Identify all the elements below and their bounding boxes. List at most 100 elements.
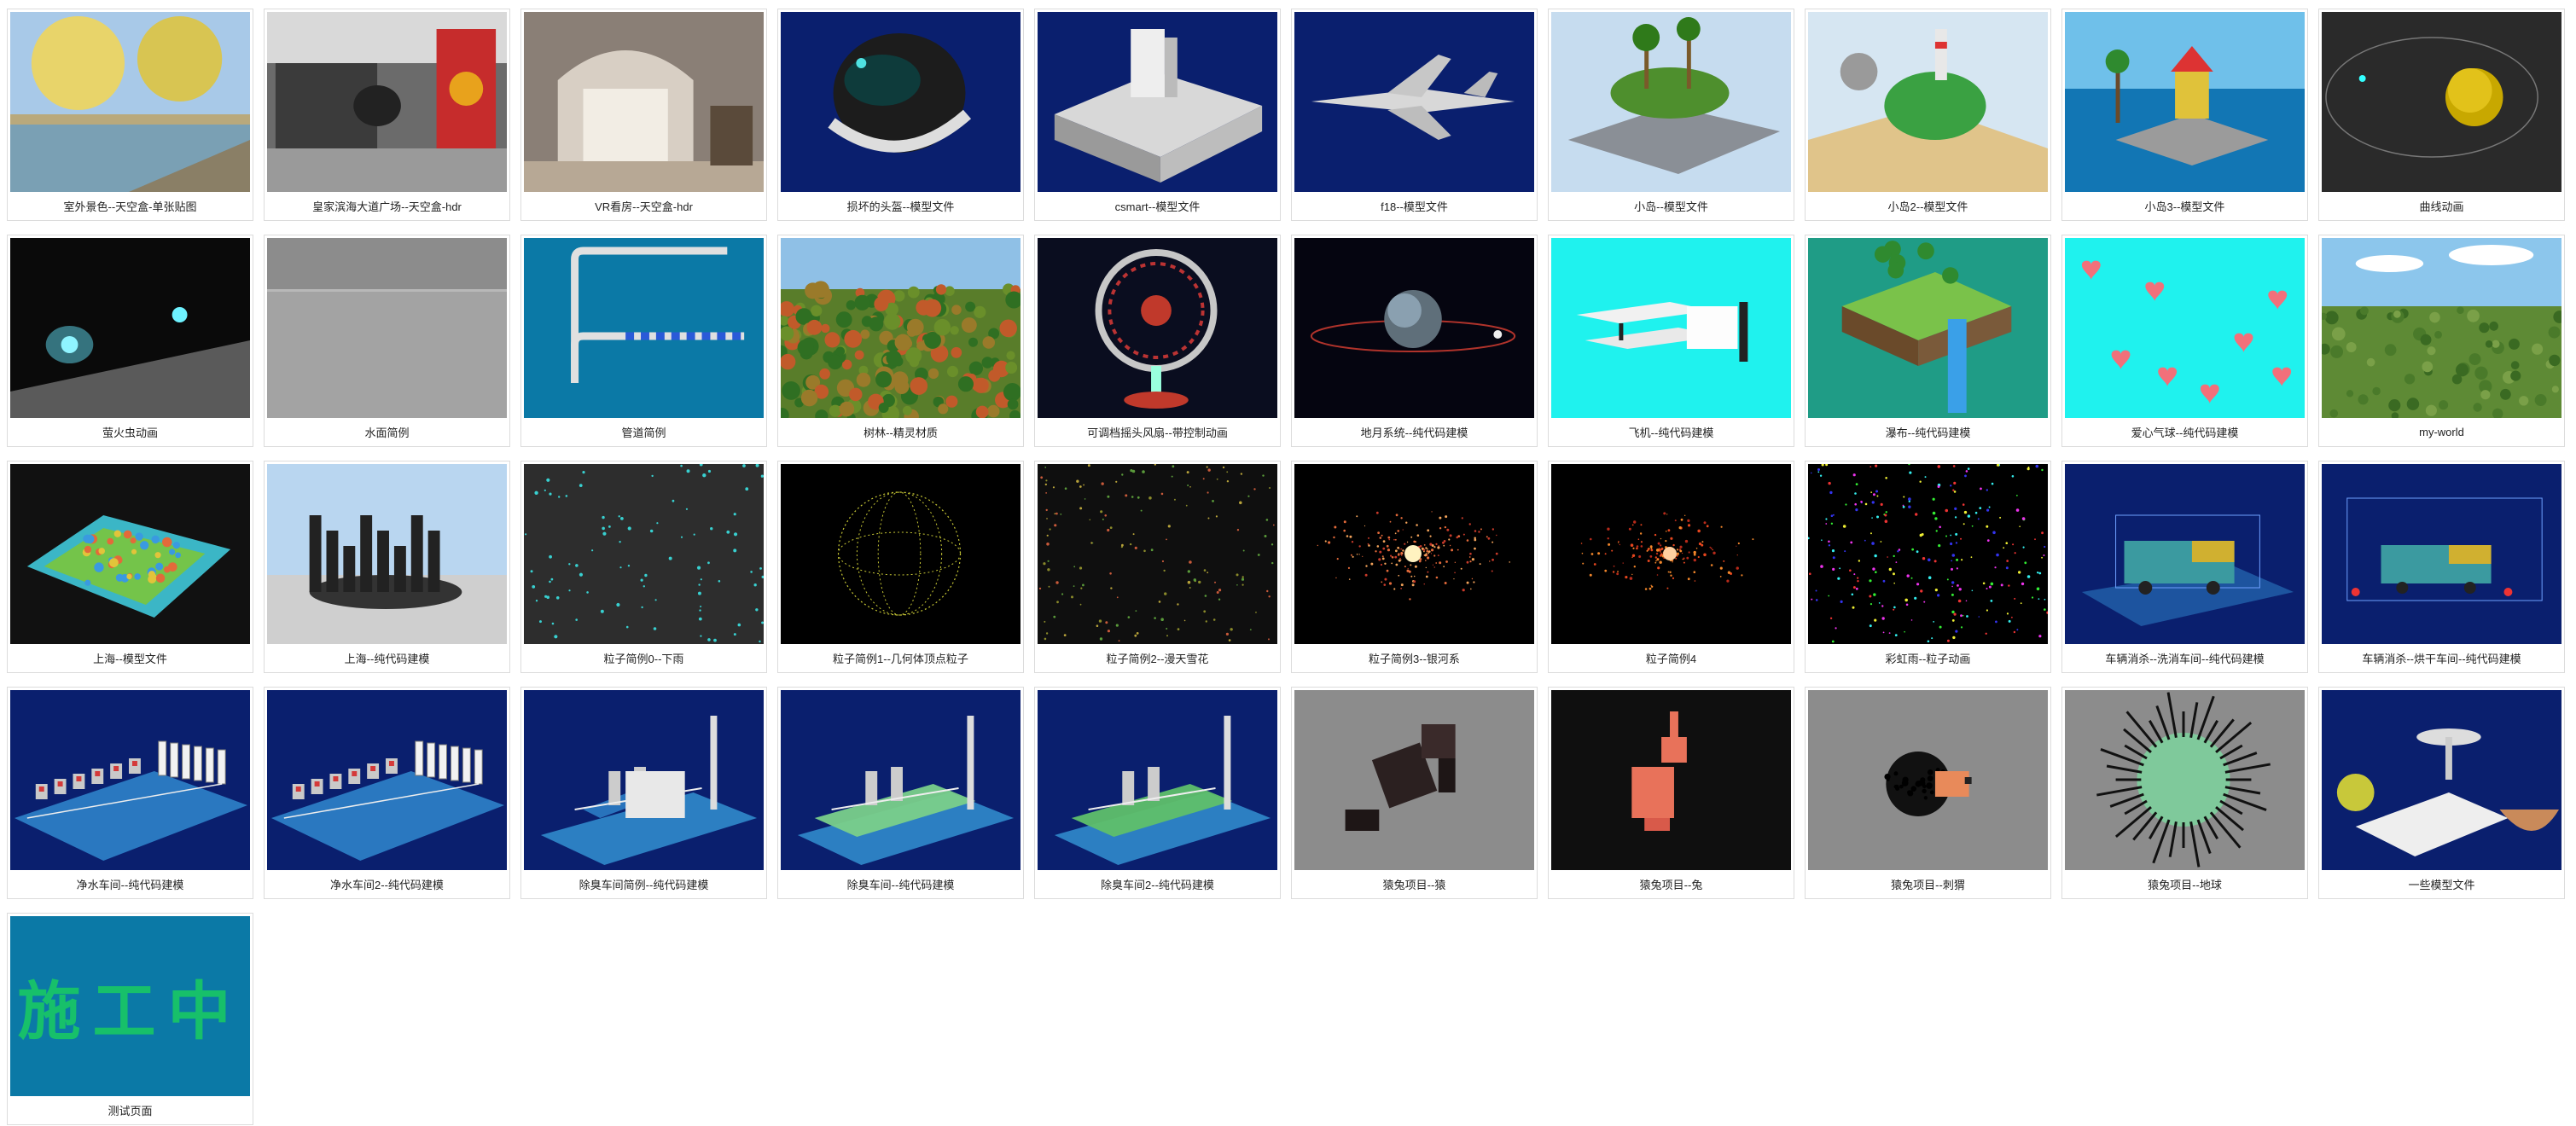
example-caption[interactable]: 曲线动画	[2319, 192, 2564, 220]
example-card-rainbow-particles[interactable]: 彩虹雨--粒子动画	[1805, 461, 2051, 673]
example-caption[interactable]: 可调档摇头风扇--带控制动画	[1035, 418, 1280, 446]
example-thumbnail[interactable]	[1808, 12, 2048, 192]
example-thumbnail[interactable]	[2065, 464, 2305, 644]
example-caption[interactable]: my-world	[2319, 418, 2564, 446]
example-caption[interactable]: 猿兔项目--猿	[1292, 870, 1537, 898]
example-card-firefly-glow[interactable]: 萤火虫动画	[7, 235, 253, 447]
example-thumbnail[interactable]	[781, 690, 1021, 870]
example-card-floating-island[interactable]: 小岛--模型文件	[1548, 9, 1794, 221]
example-caption[interactable]: 粒子简例2--漫天雪花	[1035, 644, 1280, 672]
example-card-shanghai-towers[interactable]: 上海--纯代码建模	[264, 461, 510, 673]
example-card-pipe-bend[interactable]: 管道简例	[520, 235, 767, 447]
example-card-earth-moon[interactable]: 地月系统--纯代码建模	[1291, 235, 1538, 447]
example-thumbnail[interactable]	[1808, 238, 2048, 418]
example-thumbnail[interactable]	[267, 690, 507, 870]
example-thumbnail[interactable]	[781, 12, 1021, 192]
example-card-voxel-hedgehog[interactable]: 猿兔项目--刺猬	[1805, 687, 2051, 899]
example-thumbnail[interactable]	[781, 238, 1021, 418]
example-caption[interactable]: 粒子简例0--下雨	[521, 644, 766, 672]
example-caption[interactable]: 粒子简例1--几何体顶点粒子	[778, 644, 1023, 672]
example-thumbnail[interactable]	[267, 238, 507, 418]
example-thumbnail[interactable]	[1808, 464, 2048, 644]
example-caption[interactable]: 管道简例	[521, 418, 766, 446]
example-caption[interactable]: 一些模型文件	[2319, 870, 2564, 898]
example-card-electric-fan[interactable]: 可调档摇头风扇--带控制动画	[1034, 235, 1281, 447]
example-card-vehicle-dry[interactable]: 车辆消杀--烘干车间--纯代码建模	[2318, 461, 2565, 673]
example-caption[interactable]: 小岛2--模型文件	[1806, 192, 2050, 220]
example-card-particle-flare[interactable]: 粒子简例4	[1548, 461, 1794, 673]
example-card-particle-snow[interactable]: 粒子简例2--漫天雪花	[1034, 461, 1281, 673]
example-caption[interactable]: 瀑布--纯代码建模	[1806, 418, 2050, 446]
example-thumbnail[interactable]	[524, 464, 764, 644]
example-thumbnail[interactable]	[2322, 12, 2561, 192]
example-caption[interactable]: 小岛--模型文件	[1549, 192, 1794, 220]
example-card-forest-sprites[interactable]: 树林--精灵材质	[777, 235, 1024, 447]
example-caption[interactable]: 猿兔项目--刺猬	[1806, 870, 2050, 898]
example-thumbnail[interactable]	[267, 12, 507, 192]
example-caption[interactable]: 测试页面	[8, 1096, 253, 1124]
example-thumbnail[interactable]	[1551, 238, 1791, 418]
example-thumbnail[interactable]	[267, 464, 507, 644]
example-caption[interactable]: 上海--模型文件	[8, 644, 253, 672]
example-thumbnail[interactable]	[10, 464, 250, 644]
example-card-water-plane[interactable]: 水面简例	[264, 235, 510, 447]
example-caption[interactable]: 树林--精灵材质	[778, 418, 1023, 446]
example-card-fighter-jet[interactable]: f18--模型文件	[1291, 9, 1538, 221]
example-thumbnail[interactable]	[2065, 12, 2305, 192]
example-thumbnail[interactable]	[10, 690, 250, 870]
example-caption[interactable]: 小岛3--模型文件	[2062, 192, 2307, 220]
example-caption[interactable]: 除臭车间2--纯代码建模	[1035, 870, 1280, 898]
example-caption[interactable]: 车辆消杀--洗消车间--纯代码建模	[2062, 644, 2307, 672]
example-thumbnail[interactable]	[2322, 238, 2561, 418]
example-card-house-interior-hdr[interactable]: VR看房--天空盒-hdr	[520, 9, 767, 221]
example-thumbnail[interactable]	[2065, 238, 2305, 418]
example-card-curve-orbit-sphere[interactable]: 曲线动画	[2318, 9, 2565, 221]
example-card-outdoor-canal-photo[interactable]: 室外景色--天空盒-单张贴图	[7, 9, 253, 221]
example-caption[interactable]: 爱心气球--纯代码建模	[2062, 418, 2307, 446]
example-card-shanghai-map[interactable]: 上海--模型文件	[7, 461, 253, 673]
example-caption[interactable]: 除臭车间--纯代码建模	[778, 870, 1023, 898]
example-caption[interactable]: 萤火虫动画	[8, 418, 253, 446]
example-thumbnail[interactable]	[1551, 464, 1791, 644]
example-caption[interactable]: 皇家滨海大道广场--天空盒-hdr	[265, 192, 509, 220]
example-thumbnail[interactable]	[2322, 690, 2561, 870]
example-thumbnail[interactable]	[2065, 690, 2305, 870]
example-card-heart-balloons[interactable]: 爱心气球--纯代码建模	[2061, 235, 2308, 447]
example-caption[interactable]: 车辆消杀--烘干车间--纯代码建模	[2319, 644, 2564, 672]
example-card-under-construction[interactable]: 施工中 测试页面	[7, 913, 253, 1125]
example-thumbnail[interactable]	[10, 12, 250, 192]
example-card-plaza-interior-hdr[interactable]: 皇家滨海大道广场--天空盒-hdr	[264, 9, 510, 221]
example-card-deodor-simple[interactable]: 除臭车间简例--纯代码建模	[520, 687, 767, 899]
example-card-building-block-model[interactable]: csmart--模型文件	[1034, 9, 1281, 221]
example-caption[interactable]: 除臭车间简例--纯代码建模	[521, 870, 766, 898]
example-caption[interactable]: VR看房--天空盒-hdr	[521, 192, 766, 220]
example-caption[interactable]: 地月系统--纯代码建模	[1292, 418, 1537, 446]
example-card-waterfall-block[interactable]: 瀑布--纯代码建模	[1805, 235, 2051, 447]
example-card-deodor-plant-1[interactable]: 除臭车间--纯代码建模	[777, 687, 1024, 899]
example-card-voxel-ape[interactable]: 猿兔项目--猿	[1291, 687, 1538, 899]
example-thumbnail[interactable]	[1038, 238, 1277, 418]
example-caption[interactable]: csmart--模型文件	[1035, 192, 1280, 220]
example-card-voxel-rabbit[interactable]: 猿兔项目--兔	[1548, 687, 1794, 899]
example-thumbnail[interactable]	[524, 238, 764, 418]
example-card-particle-galaxy[interactable]: 粒子简例3--银河系	[1291, 461, 1538, 673]
example-thumbnail[interactable]	[1294, 238, 1534, 418]
example-thumbnail[interactable]	[1038, 464, 1277, 644]
example-thumbnail[interactable]: 施工中	[10, 916, 250, 1096]
example-card-biplane[interactable]: 飞机--纯代码建模	[1548, 235, 1794, 447]
example-caption[interactable]: 水面简例	[265, 418, 509, 446]
example-caption[interactable]: 净水车间2--纯代码建模	[265, 870, 509, 898]
example-card-water-plant-1[interactable]: 净水车间--纯代码建模	[7, 687, 253, 899]
example-card-water-plant-2[interactable]: 净水车间2--纯代码建模	[264, 687, 510, 899]
example-thumbnail[interactable]	[10, 238, 250, 418]
example-caption[interactable]: f18--模型文件	[1292, 192, 1537, 220]
example-thumbnail[interactable]	[1294, 690, 1534, 870]
example-caption[interactable]: 彩虹雨--粒子动画	[1806, 644, 2050, 672]
example-thumbnail[interactable]	[781, 464, 1021, 644]
example-card-particle-sphere[interactable]: 粒子简例1--几何体顶点粒子	[777, 461, 1024, 673]
example-card-island-lighthouse[interactable]: 小岛2--模型文件	[1805, 9, 2051, 221]
example-card-model-collection[interactable]: 一些模型文件	[2318, 687, 2565, 899]
example-card-damaged-helmet[interactable]: 损坏的头盔--模型文件	[777, 9, 1024, 221]
example-caption[interactable]: 猿兔项目--兔	[1549, 870, 1794, 898]
example-card-voxel-world[interactable]: my-world	[2318, 235, 2565, 447]
